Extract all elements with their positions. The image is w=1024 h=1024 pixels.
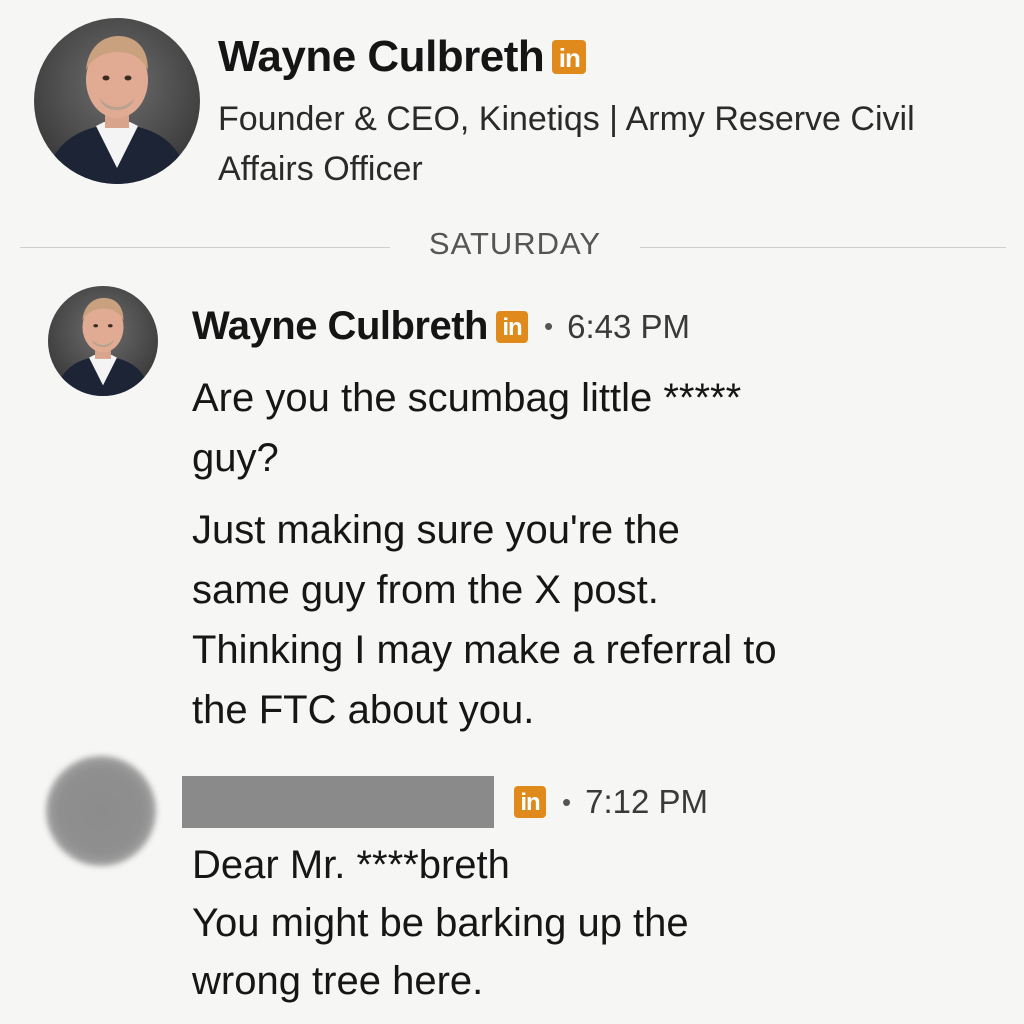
message-header: Wayne Culbreth in • 6:43 PM <box>192 304 690 349</box>
message-header: in • 7:12 PM <box>182 776 708 828</box>
message-text-line: wrong tree here. <box>192 959 484 1003</box>
message-body: Dear Mr. ****breth You might be barking … <box>192 836 982 1022</box>
message-timestamp: 7:12 PM <box>585 783 709 820</box>
message-sender-name[interactable]: Wayne Culbreth <box>192 304 489 349</box>
message-body: Are you the scumbag little ***** guy? Ju… <box>192 368 982 752</box>
sender-avatar[interactable] <box>48 286 158 396</box>
linkedin-badge-icon: in <box>496 310 528 343</box>
divider-line-left <box>20 247 390 248</box>
separator-dot: • <box>562 786 572 817</box>
message-text-line: Thinking I may make a referral to <box>192 628 777 672</box>
message-text-line: Just making sure you're the <box>192 508 680 552</box>
message-text-line: guy? <box>192 436 279 480</box>
sender-photo <box>48 286 158 396</box>
conversation-header: Wayne Culbreth in Founder & CEO, Kinetiq… <box>34 18 994 188</box>
message-paragraph: Dear Mr. ****breth You might be barking … <box>192 836 982 1010</box>
profile-name[interactable]: Wayne Culbreth <box>218 32 545 82</box>
message-text-line: You might be barking up the <box>192 901 689 945</box>
message-text-line: same guy from the X post. <box>192 568 659 612</box>
message-text-line: the FTC about you. <box>192 688 535 732</box>
message-paragraph: Are you the scumbag little ***** guy? <box>192 368 982 488</box>
redacted-sender-avatar[interactable] <box>46 756 156 866</box>
message-paragraph: Just making sure you're the same guy fro… <box>192 500 982 740</box>
profile-name-row: Wayne Culbreth in <box>218 32 587 82</box>
conversation-page: Wayne Culbreth in Founder & CEO, Kinetiq… <box>0 0 1024 1024</box>
separator-dot: • <box>544 311 554 341</box>
linkedin-badge-icon: in <box>552 40 587 74</box>
message-timestamp: 6:43 PM <box>567 307 691 345</box>
profile-avatar[interactable] <box>34 18 200 184</box>
message-text-line: Dear Mr. ****breth <box>192 843 510 887</box>
divider-line-right <box>640 247 1006 248</box>
redacted-sender-name <box>182 776 494 828</box>
day-divider-label: SATURDAY <box>428 226 602 261</box>
day-divider: SATURDAY <box>20 226 1006 266</box>
linkedin-badge-icon: in <box>514 786 546 818</box>
profile-photo <box>34 18 200 184</box>
message-text-line: Are you the scumbag little ***** <box>192 376 742 420</box>
profile-headline: Founder & CEO, Kinetiqs | Army Reserve C… <box>218 100 915 188</box>
